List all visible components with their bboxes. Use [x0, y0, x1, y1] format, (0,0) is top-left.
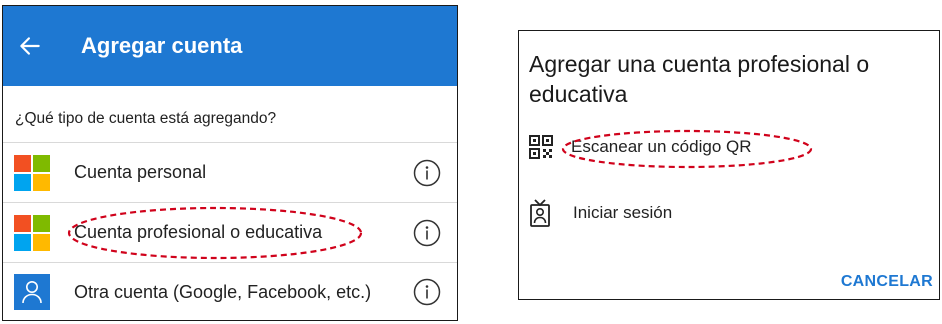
microsoft-logo-icon: [14, 154, 50, 191]
info-circle-icon[interactable]: [413, 219, 441, 247]
scan-qr-option[interactable]: Escanear un código QR: [529, 135, 752, 159]
page-title: Agregar cuenta: [81, 33, 243, 58]
microsoft-logo-icon: [14, 214, 50, 251]
qr-code-icon: [529, 135, 553, 159]
work-school-dialog: Agregar una cuenta profesional o educati…: [518, 30, 940, 300]
app-bar: Agregar cuenta: [3, 6, 457, 86]
info-circle-icon[interactable]: [413, 278, 441, 306]
sign-in-option[interactable]: Iniciar sesión: [529, 199, 672, 227]
badge-person-icon: [530, 199, 550, 227]
list-item-personal-account[interactable]: Cuenta personal: [3, 142, 457, 202]
list-item-label: Otra cuenta (Google, Facebook, etc.): [74, 281, 372, 302]
list-item-other-account[interactable]: Otra cuenta (Google, Facebook, etc.): [3, 262, 457, 320]
account-type-prompt: ¿Qué tipo de cuenta está agregando?: [15, 110, 277, 127]
add-account-screen: Agregar cuenta ¿Qué tipo de cuenta está …: [2, 5, 458, 321]
account-type-list: Cuenta personal Cuenta profesional o edu…: [3, 142, 457, 320]
list-item-work-school-account[interactable]: Cuenta profesional o educativa: [3, 202, 457, 262]
arrow-left-icon: [20, 37, 40, 55]
dialog-title: Agregar una cuenta profesional o educati…: [529, 51, 870, 107]
info-circle-icon[interactable]: [413, 159, 441, 187]
list-item-label: Cuenta profesional o educativa: [74, 222, 323, 242]
sign-in-label: Iniciar sesión: [573, 203, 673, 222]
scan-qr-label: Escanear un código QR: [571, 137, 752, 156]
person-icon: [14, 274, 50, 310]
list-item-label: Cuenta personal: [74, 162, 207, 182]
cancel-button[interactable]: CANCELAR: [841, 273, 933, 291]
back-button[interactable]: [9, 25, 51, 67]
